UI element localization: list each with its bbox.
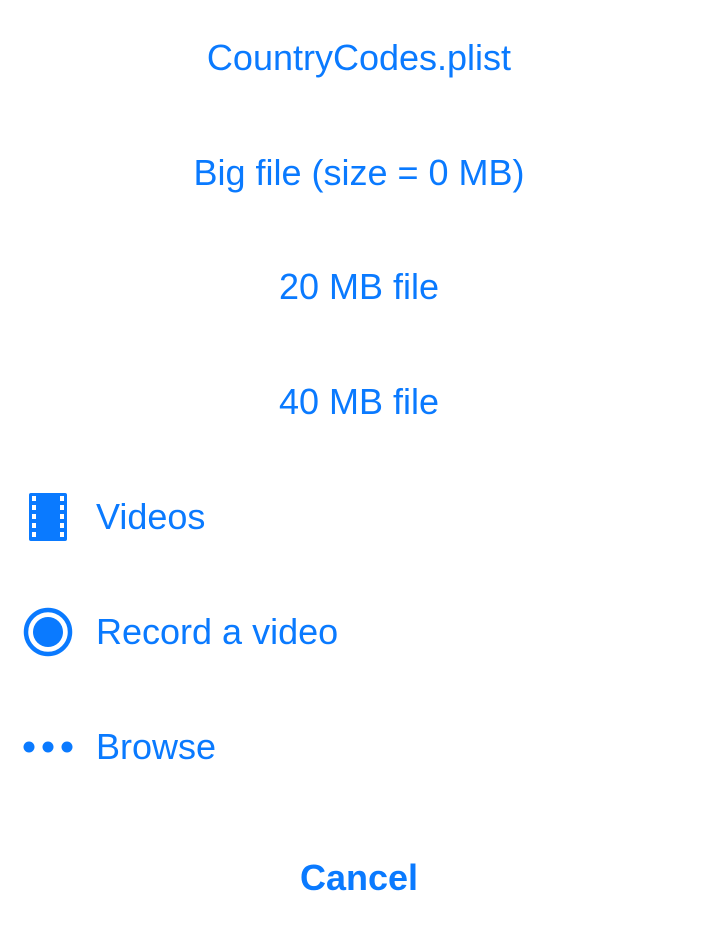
record-circle-icon (22, 606, 74, 658)
option-label: CountryCodes.plist (206, 37, 512, 78)
option-20mb-file[interactable]: 20 MB file (0, 230, 718, 344)
action-sheet: CountryCodes.plist Big file (size = 0 MB… (0, 0, 718, 934)
option-browse[interactable]: Browse (0, 690, 718, 804)
option-big-file[interactable]: Big file (size = 0 MB) (0, 116, 718, 230)
option-label: Browse (96, 726, 217, 767)
option-label: 40 MB file (278, 381, 440, 422)
option-countrycodes-plist[interactable]: CountryCodes.plist (0, 1, 718, 115)
cancel-button[interactable]: Cancel (0, 821, 718, 935)
option-40mb-file[interactable]: 40 MB file (0, 345, 718, 459)
more-dots-icon (22, 721, 74, 773)
option-label: Record a video (96, 611, 339, 652)
film-strip-icon (22, 491, 74, 543)
option-label: Videos (96, 496, 206, 537)
cancel-label: Cancel (299, 857, 419, 898)
option-label: 20 MB file (278, 266, 440, 307)
option-videos[interactable]: Videos (0, 460, 718, 574)
option-record-video[interactable]: Record a video (0, 575, 718, 689)
option-label: Big file (size = 0 MB) (193, 152, 525, 193)
